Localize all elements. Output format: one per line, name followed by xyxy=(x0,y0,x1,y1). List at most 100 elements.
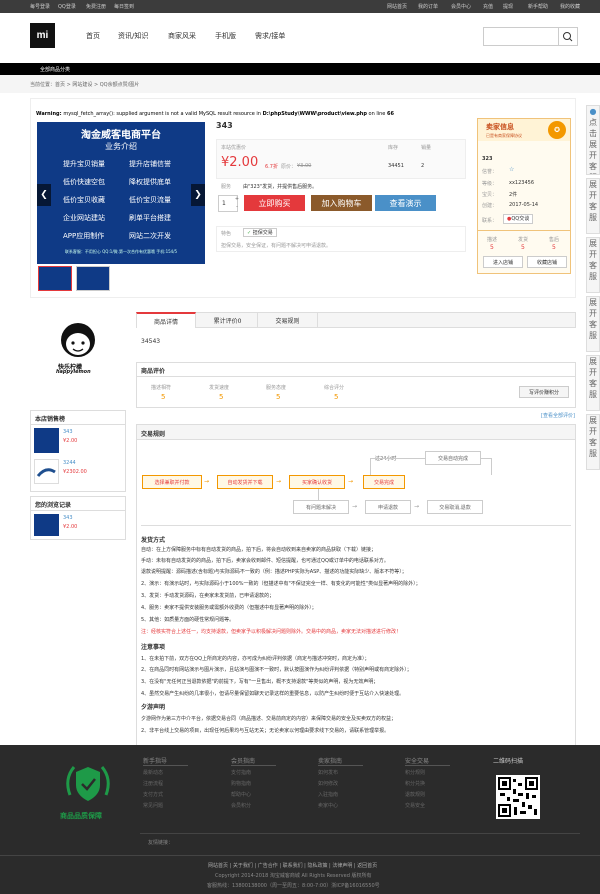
tab-rules[interactable]: 交易规则 xyxy=(258,312,318,328)
hot-item-name[interactable]: 3244 xyxy=(63,460,76,466)
nav-mobile[interactable]: 手机版 xyxy=(215,31,236,41)
top-link-register[interactable]: 免费注册 xyxy=(86,3,106,10)
flow-step-pay: 选择兼职并付款 xyxy=(142,475,202,489)
tab-details[interactable]: 商品详情 xyxy=(136,312,196,328)
site-logo[interactable]: mi xyxy=(30,23,55,48)
top-link-favorites[interactable]: 我的收藏 xyxy=(560,3,580,10)
product-price: ¥2.00 xyxy=(221,155,259,170)
since-value: 2017-05-14 xyxy=(509,202,539,208)
slide-thumbnail[interactable] xyxy=(38,266,72,291)
top-link-help[interactable]: 新手帮助 xyxy=(528,3,548,10)
flow-step-refund-request: 申请退款 xyxy=(365,500,411,514)
footer-link[interactable]: 如何发布 xyxy=(318,769,338,776)
footer-link[interactable]: 最新动态 xyxy=(143,769,163,776)
history-item-price: ¥2.00 xyxy=(63,524,78,530)
write-review-button[interactable]: 写评价赚积分 xyxy=(519,386,569,398)
quality-badge-icon xyxy=(60,757,116,809)
rule-line: 4、服务：卖家不提供安装服务或需额外收费的（但描述中有显著声明的除外）； xyxy=(141,605,317,611)
rule-line: 3、在没有"无任何正当退款依据"的前提下，写有"一旦售出，概不支持退款"等类似的… xyxy=(141,679,379,685)
nav-merchants[interactable]: 商家风采 xyxy=(168,31,196,41)
search-button[interactable] xyxy=(559,27,578,46)
top-link-home[interactable]: 网站首页 xyxy=(387,3,407,10)
customer-service-tab[interactable]: 展开客服 xyxy=(586,355,600,411)
shield-laurel-icon xyxy=(66,766,110,801)
footer-link[interactable]: 交易安全 xyxy=(405,802,425,809)
divider xyxy=(0,855,600,856)
product-title: 343 xyxy=(216,121,233,130)
top-link-login[interactable]: 每号登录 xyxy=(30,3,50,10)
hot-item-name[interactable]: 343 xyxy=(63,429,73,435)
review-panel xyxy=(136,362,576,408)
all-categories-button[interactable]: 全部商品分类 xyxy=(40,66,70,73)
breadcrumb: 当前位置：首页 > 网站建设 > QQ余额点赞/图片 xyxy=(30,82,140,88)
footer-links[interactable]: 网站首页 | 关于我们 | 广告合作 | 联系我们 | 隐私政策 | 法律声明 … xyxy=(208,862,377,869)
footer-link[interactable]: 入驻指南 xyxy=(318,791,338,798)
top-link-orders[interactable]: 我的订单 xyxy=(418,3,438,10)
product-thumbnail[interactable] xyxy=(34,428,59,453)
favorite-shop-button[interactable]: 收藏店铺 xyxy=(527,256,567,268)
slide-item: APP应用制作 xyxy=(63,232,105,240)
footer-link[interactable]: 帮助中心 xyxy=(231,791,251,798)
slide-thumbnail[interactable] xyxy=(76,266,110,291)
customer-service-tab[interactable]: 展开客服 xyxy=(586,296,600,352)
search-input[interactable] xyxy=(483,27,559,46)
top-link-member[interactable]: 会员中心 xyxy=(451,3,471,10)
customer-service-tab[interactable]: 展开客服 xyxy=(586,178,600,234)
trade-rules-header xyxy=(137,425,575,440)
footer-col-title: 会员指南 xyxy=(231,758,256,765)
slide-prev-button[interactable]: ❮ xyxy=(37,184,51,206)
qq-chat-button[interactable]: ●QQ交谈 xyxy=(503,214,534,224)
slide-item: 刷单平台搭建 xyxy=(129,214,171,222)
search-icon xyxy=(563,32,573,42)
footer-link[interactable]: 退款规则 xyxy=(405,791,425,798)
enter-shop-button[interactable]: 进入店铺 xyxy=(483,256,523,268)
flow-connector xyxy=(491,458,492,475)
customer-service-tab[interactable]: 展开客服 xyxy=(586,414,600,470)
nav-home[interactable]: 首页 xyxy=(86,31,100,41)
product-thumbnail[interactable] xyxy=(34,514,59,536)
footer-link[interactable]: 如何修改 xyxy=(318,780,338,787)
footer-link[interactable]: 积分兑换 xyxy=(405,780,425,787)
quantity-decrease-button[interactable]: - xyxy=(234,203,240,211)
shop-brand-en: happylemon xyxy=(56,369,91,375)
add-to-cart-button[interactable]: 加入购物车 xyxy=(311,195,372,211)
rule-line: 2、在商品同时有网站演示与图片演示，且站演与图演不一致时，默认按图演作为纠纷评判… xyxy=(141,667,412,673)
top-link-withdraw[interactable]: 提现 xyxy=(503,3,513,10)
top-link-signin[interactable]: 每日签到 xyxy=(114,3,134,10)
star-icon: ☆ xyxy=(509,166,515,173)
footer-link[interactable]: 常见问题 xyxy=(143,802,163,809)
grade-label: 等级： xyxy=(482,181,498,187)
customer-service-tab[interactable]: ●点击展开客服 xyxy=(586,105,600,175)
footer-link[interactable]: 卖家中心 xyxy=(318,802,338,809)
hot-sales-title: 本店销售榜 xyxy=(35,416,66,423)
buy-now-button[interactable]: 立即购买 xyxy=(244,195,305,211)
view-demo-button[interactable]: 查看演示 xyxy=(375,195,436,211)
slide-next-button[interactable]: ❯ xyxy=(191,184,205,206)
shop-value: 2件 xyxy=(509,192,518,198)
rating-label: 发货 xyxy=(518,237,529,243)
customer-service-tab[interactable]: 展开客服 xyxy=(586,237,600,293)
top-bar: 每号登录 QQ登录 免费注册 每日签到 网站首页 我的订单 会员中心 充值 提现… xyxy=(0,0,600,13)
footer-link[interactable]: 支付指南 xyxy=(231,769,251,776)
footer: 商品品质保障 新手指导 最新动态 注册流程 支付方式 常见问题 会员指南 支付指… xyxy=(0,745,600,894)
top-link-recharge[interactable]: 充值 xyxy=(483,3,493,10)
quantity-increase-button[interactable]: + xyxy=(234,195,240,203)
product-image-slideshow[interactable]: 淘金威客电商平台 业务介绍 提升宝贝销量 提升店铺信誉 低价快速空包 降权提供底… xyxy=(37,122,205,264)
nav-news[interactable]: 资讯/知识 xyxy=(118,31,148,41)
view-all-reviews-link[interactable]: [查看全部评价] xyxy=(541,412,575,419)
top-link-qq[interactable]: QQ登录 xyxy=(58,3,76,10)
footer-link[interactable]: 会员积分 xyxy=(231,802,251,809)
history-item-name[interactable]: 343 xyxy=(63,515,73,521)
product-thumbnail[interactable] xyxy=(34,459,59,484)
tab-reviews[interactable]: 累计评价0 xyxy=(198,312,258,328)
divider xyxy=(141,525,571,526)
footer-link[interactable]: 购物指南 xyxy=(231,780,251,787)
flow-step-deliver: 自动发货并下载 xyxy=(217,475,273,489)
rule-line: 4、虽然交易产生纠纷的几率很小，但请尽量保留如聊天记录这样的重要信息，以防产生纠… xyxy=(141,691,405,697)
service-text: 由"323"发货，并提供售后服务。 xyxy=(243,184,318,190)
footer-link[interactable]: 支付方式 xyxy=(143,791,163,798)
footer-link[interactable]: 积分规则 xyxy=(405,769,425,776)
feature-label: 特色 xyxy=(221,231,232,237)
nav-demand[interactable]: 需求/接单 xyxy=(255,31,285,41)
footer-link[interactable]: 注册流程 xyxy=(143,780,163,787)
